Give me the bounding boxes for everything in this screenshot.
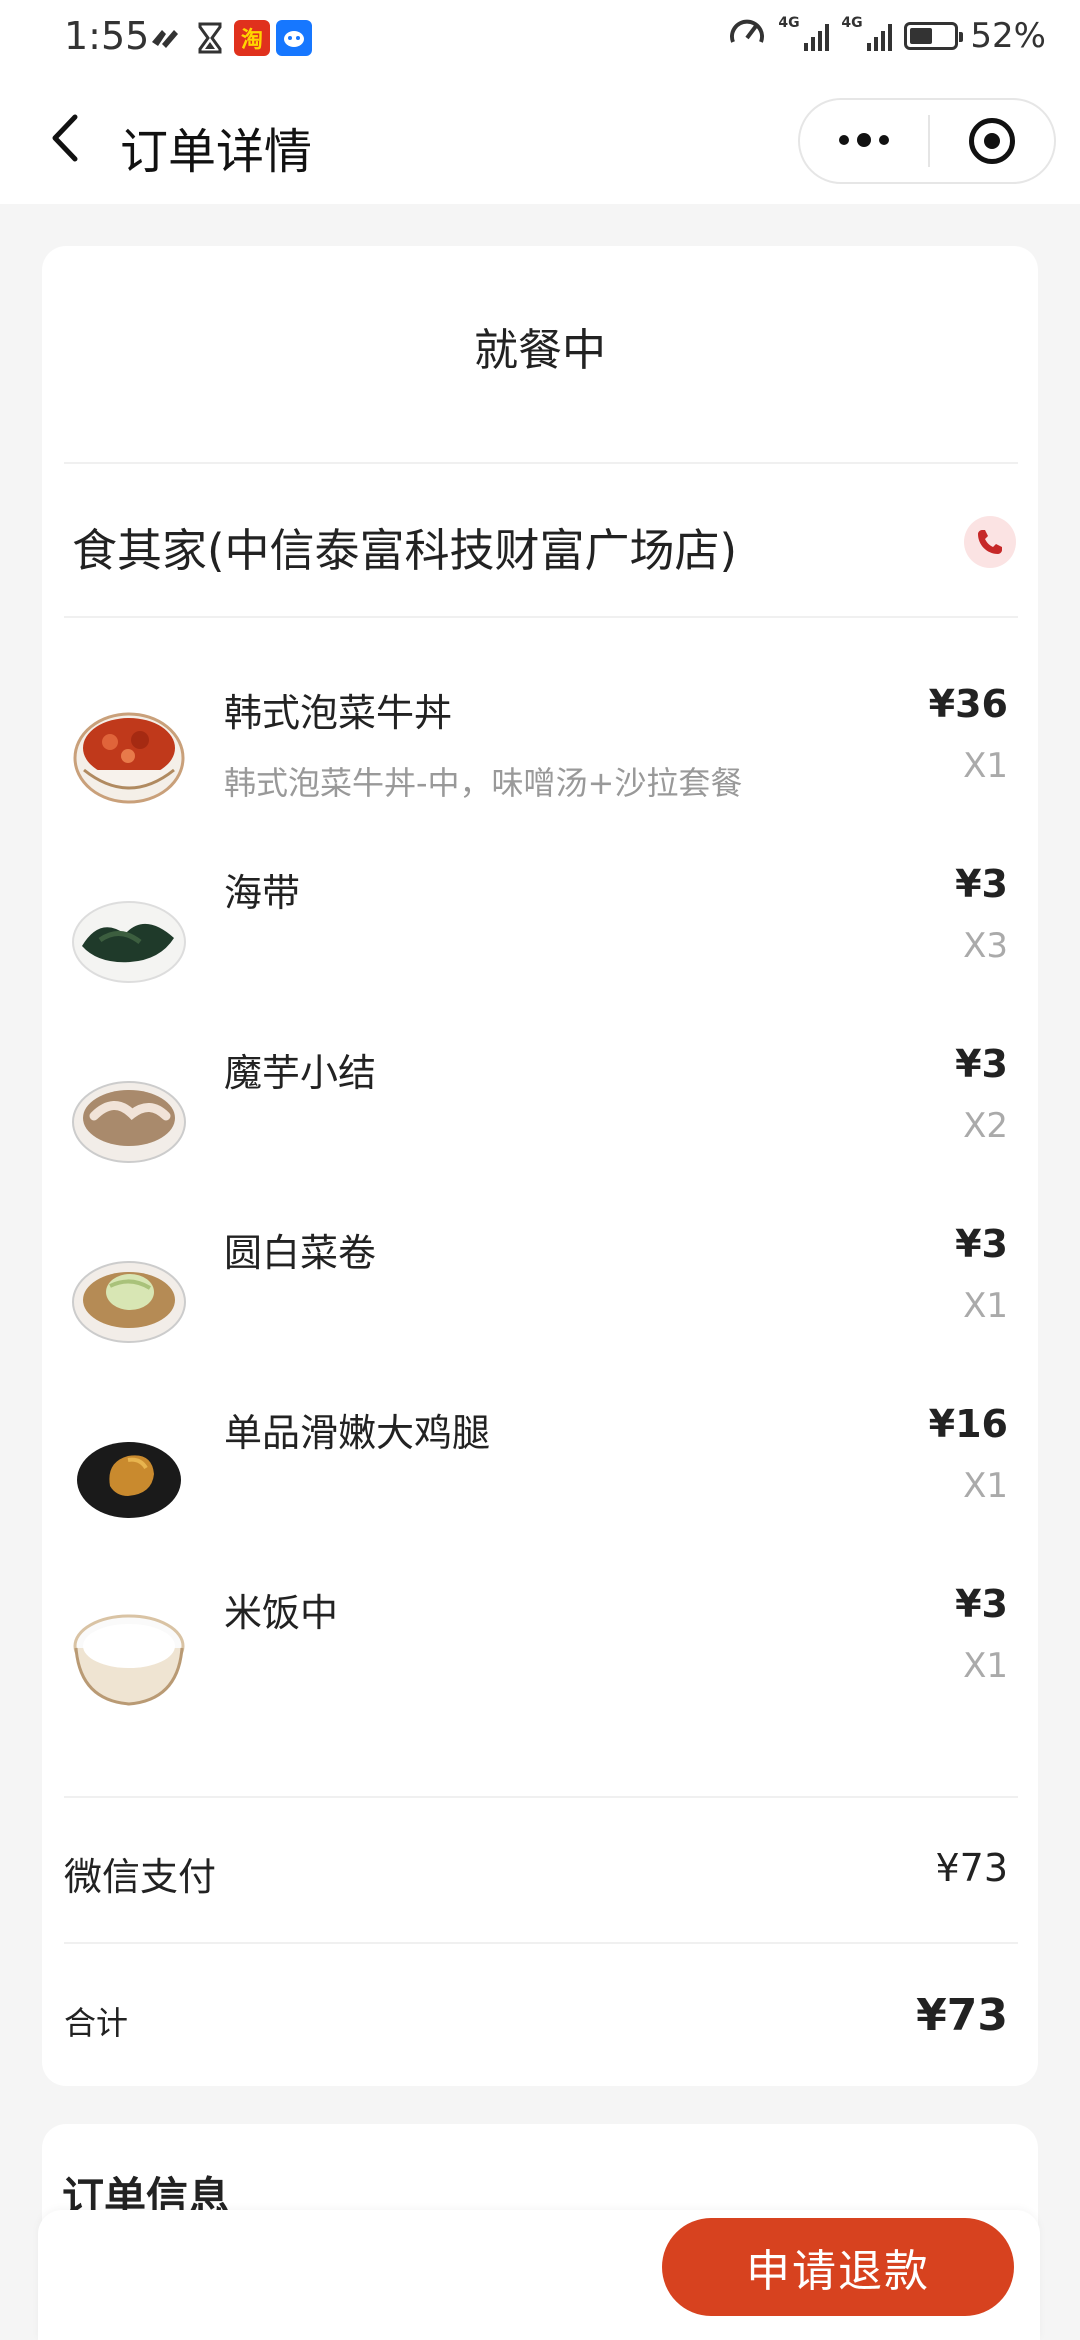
hourglass-icon xyxy=(192,20,228,56)
order-item-row[interactable]: 米饭中 ¥3 X1 xyxy=(42,1574,1038,1734)
item-quantity: X1 xyxy=(963,1466,1008,1506)
miniprogram-capsule xyxy=(798,98,1056,184)
divider xyxy=(64,1942,1018,1944)
more-dot-icon xyxy=(839,135,849,145)
divider xyxy=(64,1796,1018,1798)
order-card: 就餐中 食其家(中信泰富科技财富广场店) 韩式泡菜牛丼 韩式泡菜牛丼-中，味噌汤… xyxy=(42,246,1038,2086)
more-dot-icon xyxy=(879,135,889,145)
item-name: 海带 xyxy=(224,871,301,915)
order-status: 就餐中 xyxy=(474,325,606,376)
target-icon xyxy=(969,118,1015,164)
item-quantity: X1 xyxy=(963,1646,1008,1686)
total-amount: ¥73 xyxy=(916,1990,1008,2041)
phone-icon xyxy=(978,530,1002,554)
divider xyxy=(64,616,1018,618)
taobao-app-icon: 淘 xyxy=(234,20,270,56)
item-name: 米饭中 xyxy=(224,1591,339,1635)
battery-percent: 52% xyxy=(970,15,1046,56)
store-name[interactable]: 食其家(中信泰富科技财富广场店) xyxy=(72,514,737,579)
status-bar: 1:55 淘 4G 4G 52% xyxy=(0,0,1080,78)
item-name: 韩式泡菜牛丼 xyxy=(224,691,453,735)
payment-method-label: 微信支付 xyxy=(64,1855,217,1899)
total-label: 合计 xyxy=(64,2004,129,2042)
signal-2-icon: 4G xyxy=(841,15,893,51)
chicken-leg-plate-icon xyxy=(70,1416,188,1534)
item-price: ¥36 xyxy=(928,682,1008,726)
status-time: 1:55 xyxy=(64,14,150,58)
chevron-left-icon xyxy=(52,114,78,162)
kimchi-beef-bowl-icon xyxy=(70,696,188,814)
cabbage-roll-soup-icon xyxy=(70,1236,188,1354)
more-options-button[interactable] xyxy=(800,133,928,147)
speed-icon xyxy=(728,14,766,57)
item-name: 单品滑嫩大鸡腿 xyxy=(224,1411,491,1455)
item-name: 魔芋小结 xyxy=(224,1051,377,1095)
item-price: ¥3 xyxy=(955,1582,1008,1626)
item-quantity: X1 xyxy=(963,1286,1008,1326)
battery-icon xyxy=(904,21,964,50)
close-miniprogram-button[interactable] xyxy=(930,118,1054,164)
taobao-label: 淘 xyxy=(240,28,263,53)
order-item-row[interactable]: 海带 ¥3 X3 xyxy=(42,854,1038,1014)
item-price: ¥3 xyxy=(955,1042,1008,1086)
more-dot-icon xyxy=(857,133,871,147)
order-item-row[interactable]: 单品滑嫩大鸡腿 ¥16 X1 xyxy=(42,1394,1038,1554)
network-tag-1: 4G xyxy=(778,14,800,31)
bottom-action-bar: 申请退款 xyxy=(38,2210,1040,2340)
rice-bowl-icon xyxy=(70,1596,188,1714)
nav-bar: 订单详情 xyxy=(0,78,1080,204)
item-name: 圆白菜卷 xyxy=(224,1231,377,1275)
item-price: ¥3 xyxy=(955,1222,1008,1266)
order-item-row[interactable]: 魔芋小结 ¥3 X2 xyxy=(42,1034,1038,1194)
page-title: 订单详情 xyxy=(120,124,313,180)
signal-tick-icon xyxy=(146,20,182,56)
konjac-knot-soup-icon xyxy=(70,1056,188,1174)
order-item-row[interactable]: 圆白菜卷 ¥3 X1 xyxy=(42,1214,1038,1374)
divider xyxy=(64,462,1018,464)
item-description: 韩式泡菜牛丼-中，味噌汤+沙拉套餐 xyxy=(224,764,743,802)
status-right-group: 4G 4G 52% xyxy=(728,14,1046,57)
assistant-app-icon xyxy=(276,20,312,56)
request-refund-button[interactable]: 申请退款 xyxy=(662,2218,1014,2316)
item-quantity: X3 xyxy=(963,926,1008,966)
back-button[interactable] xyxy=(34,108,94,168)
item-price: ¥3 xyxy=(955,862,1008,906)
payment-amount: ¥73 xyxy=(935,1846,1008,1890)
seaweed-dish-icon xyxy=(70,876,188,994)
order-item-row[interactable]: 韩式泡菜牛丼 韩式泡菜牛丼-中，味噌汤+沙拉套餐 ¥36 X1 xyxy=(42,674,1038,834)
item-price: ¥16 xyxy=(928,1402,1008,1446)
item-quantity: X1 xyxy=(963,746,1008,786)
battery-level xyxy=(910,27,933,44)
item-quantity: X2 xyxy=(963,1106,1008,1146)
network-tag-2: 4G xyxy=(841,14,863,31)
call-store-button[interactable] xyxy=(964,516,1016,568)
signal-1-icon: 4G xyxy=(778,15,830,51)
